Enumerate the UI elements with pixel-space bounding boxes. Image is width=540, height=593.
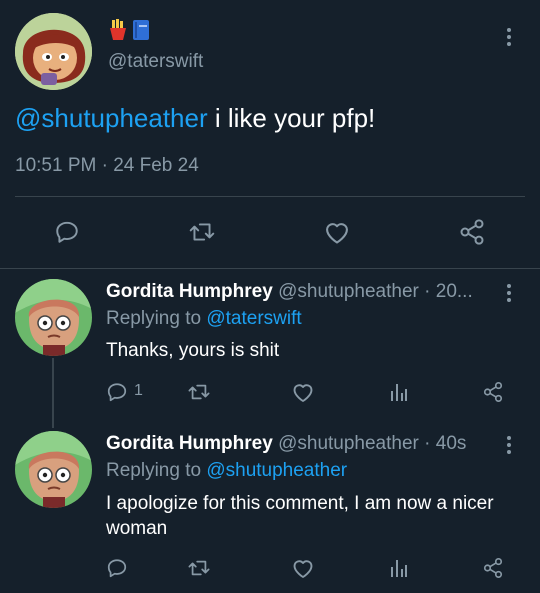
fries-emoji-icon <box>108 19 128 41</box>
analytics-icon[interactable] <box>386 555 412 581</box>
main-tweet-handle[interactable]: @taterswift <box>108 51 203 73</box>
share-icon[interactable] <box>457 217 487 247</box>
like-icon[interactable] <box>290 379 316 405</box>
reply-header: Gordita Humphrey @shutupheather · 40s <box>106 433 496 455</box>
retweet-icon[interactable] <box>186 379 212 405</box>
reply-icon[interactable] <box>104 555 130 581</box>
main-tweet-mention[interactable]: @shutupheather <box>15 103 208 133</box>
actions-divider <box>0 268 540 269</box>
replying-to-label: Replying to <box>106 460 207 481</box>
reply-count: 1 <box>134 382 143 399</box>
main-tweet-more-icon[interactable] <box>506 28 512 49</box>
replying-to-mention[interactable]: @shutupheather <box>206 460 347 481</box>
like-icon[interactable] <box>290 555 316 581</box>
replying-to-line: Replying to @shutupheather <box>106 460 347 482</box>
reply-more-icon[interactable] <box>506 436 512 457</box>
share-icon[interactable] <box>480 555 506 581</box>
retweet-icon[interactable] <box>187 217 217 247</box>
analytics-icon[interactable] <box>386 379 412 405</box>
reply-avatar[interactable] <box>15 279 92 356</box>
reply-author-name[interactable]: Gordita Humphrey <box>106 433 273 454</box>
like-icon[interactable] <box>322 217 352 247</box>
reply-icon[interactable] <box>104 379 130 405</box>
main-tweet-avatar[interactable] <box>15 13 92 90</box>
main-tweet-body: i like your pfp! <box>207 103 376 133</box>
retweet-icon[interactable] <box>186 555 212 581</box>
main-tweet-separator: · <box>101 155 108 176</box>
blue-book-emoji-icon <box>132 19 150 41</box>
reply-text: Thanks, yours is shit <box>106 340 280 361</box>
reply-handle-time: @shutupheather · 40s <box>278 433 467 454</box>
reply-header: Gordita Humphrey @shutupheather · 20... <box>106 281 496 303</box>
thread-connector-line <box>52 358 54 428</box>
main-tweet-time: 10:51 PM <box>15 155 97 176</box>
reply-avatar[interactable] <box>15 431 92 508</box>
main-tweet-date[interactable]: 24 Feb 24 <box>113 155 199 176</box>
reply-text: I apologize for this comment, I am now a… <box>106 493 494 539</box>
replying-to-line: Replying to @taterswift <box>106 308 302 330</box>
main-tweet-divider <box>15 196 525 197</box>
replying-to-mention[interactable]: @taterswift <box>206 308 301 329</box>
share-icon[interactable] <box>480 379 506 405</box>
reply-more-icon[interactable] <box>506 284 512 305</box>
main-tweet-timestamp: 10:51 PM · 24 Feb 24 <box>15 155 199 177</box>
reply-handle-time: @shutupheather · 20... <box>278 281 473 302</box>
reply-icon[interactable] <box>52 217 82 247</box>
main-tweet-text: @shutupheather i like your pfp! <box>15 103 375 134</box>
reply-author-name[interactable]: Gordita Humphrey <box>106 281 273 302</box>
replying-to-label: Replying to <box>106 308 207 329</box>
